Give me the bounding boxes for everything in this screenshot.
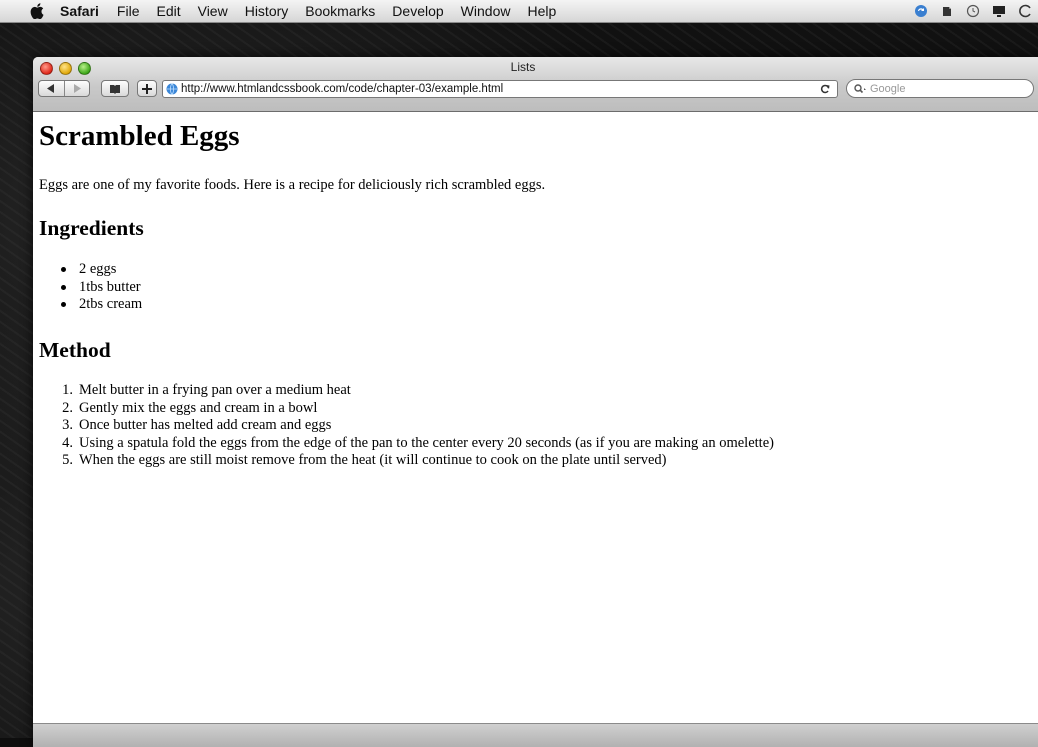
timer-icon[interactable] xyxy=(966,4,980,18)
menu-edit[interactable]: Edit xyxy=(156,3,180,19)
plus-icon xyxy=(142,83,152,94)
search-icon xyxy=(854,83,867,94)
page-content: Scrambled Eggs Eggs are one of my favori… xyxy=(33,112,1038,723)
list-item: 2 eggs xyxy=(61,261,142,279)
sync-icon[interactable] xyxy=(914,4,928,18)
intro-paragraph: Eggs are one of my favorite foods. Here … xyxy=(39,177,546,193)
ingredients-list: 2 eggs 1tbs butter 2tbs cream xyxy=(61,261,142,314)
step-number: 5. xyxy=(62,452,73,468)
ingredient-text: 2 eggs xyxy=(79,261,117,277)
bullet-icon xyxy=(61,279,79,297)
back-arrow-icon xyxy=(47,84,55,93)
step-text: Using a spatula fold the eggs from the e… xyxy=(79,434,774,451)
search-placeholder: Google xyxy=(870,82,906,95)
book-icon xyxy=(110,84,120,94)
bookmarks-button[interactable] xyxy=(101,80,129,97)
ingredients-heading: Ingredients xyxy=(39,216,144,240)
list-item: 2. Gently mix the eggs and cream in a bow… xyxy=(51,400,774,418)
ingredient-text: 2tbs cream xyxy=(79,296,143,312)
reload-icon[interactable] xyxy=(813,84,837,94)
menu-safari[interactable]: Safari xyxy=(60,3,99,19)
list-item: 1. Melt butter in a frying pan over a med… xyxy=(51,382,774,400)
list-item: 5. When the eggs are still moist remove f… xyxy=(51,452,774,470)
method-list: 1. Melt butter in a frying pan over a med… xyxy=(51,382,774,470)
step-text: Once butter has melted add cream and egg… xyxy=(79,417,332,433)
menu-file[interactable]: File xyxy=(117,3,140,19)
browser-toolbar: http://www.htmlandcssbook.com/code/chapt… xyxy=(38,77,1034,101)
url-text: http://www.htmlandcssbook.com/code/chapt… xyxy=(181,83,504,95)
apple-icon[interactable] xyxy=(30,3,46,19)
back-forward-buttons xyxy=(38,80,90,97)
page-title: Scrambled Eggs xyxy=(39,120,240,152)
search-field[interactable]: Google xyxy=(846,79,1034,98)
forward-button[interactable] xyxy=(63,81,90,96)
add-bookmark-button[interactable] xyxy=(137,80,157,97)
window-titlebar: Lists http://www.htmlandcssbook.com/code… xyxy=(33,57,1038,112)
clock-icon[interactable] xyxy=(1018,4,1032,18)
ingredient-text: 1tbs butter xyxy=(79,278,141,295)
list-item: 3. Once butter has melted add cream and e… xyxy=(51,417,774,435)
list-item: 2tbs cream xyxy=(61,296,142,314)
menu-bar: Safari File Edit View History Bookmarks … xyxy=(0,0,1038,23)
address-bar[interactable]: http://www.htmlandcssbook.com/code/chapt… xyxy=(162,80,838,98)
menu-bookmarks[interactable]: Bookmarks xyxy=(305,3,375,19)
window-status-bar xyxy=(33,723,1038,747)
safari-window: Lists http://www.htmlandcssbook.com/code… xyxy=(33,57,1038,747)
bullet-icon xyxy=(61,296,79,314)
bullet-icon xyxy=(61,261,79,279)
step-text: When the eggs are still moist remove fro… xyxy=(79,452,667,468)
menu-history[interactable]: History xyxy=(245,3,289,19)
back-button[interactable] xyxy=(39,81,64,96)
forward-arrow-icon xyxy=(73,84,81,93)
display-icon[interactable] xyxy=(992,4,1006,18)
method-heading: Method xyxy=(39,338,111,362)
menu-view[interactable]: View xyxy=(198,3,228,19)
menu-window[interactable]: Window xyxy=(461,3,511,19)
step-text: Gently mix the eggs and cream in a bowl xyxy=(79,399,318,416)
window-title: Lists xyxy=(510,60,536,74)
step-number: 2. xyxy=(62,399,73,416)
list-item: 1tbs butter xyxy=(61,279,142,297)
step-number: 4. xyxy=(62,434,73,451)
list-item: 4. Using a spatula fold the eggs from the… xyxy=(51,435,774,453)
globe-icon xyxy=(166,83,178,95)
menu-help[interactable]: Help xyxy=(527,3,556,19)
menu-develop[interactable]: Develop xyxy=(392,3,443,19)
step-number: 3. xyxy=(62,417,73,433)
step-number: 1. xyxy=(62,382,73,398)
menu-extras xyxy=(914,0,1038,22)
step-text: Melt butter in a frying pan over a mediu… xyxy=(79,382,351,398)
evernote-icon[interactable] xyxy=(940,4,954,18)
